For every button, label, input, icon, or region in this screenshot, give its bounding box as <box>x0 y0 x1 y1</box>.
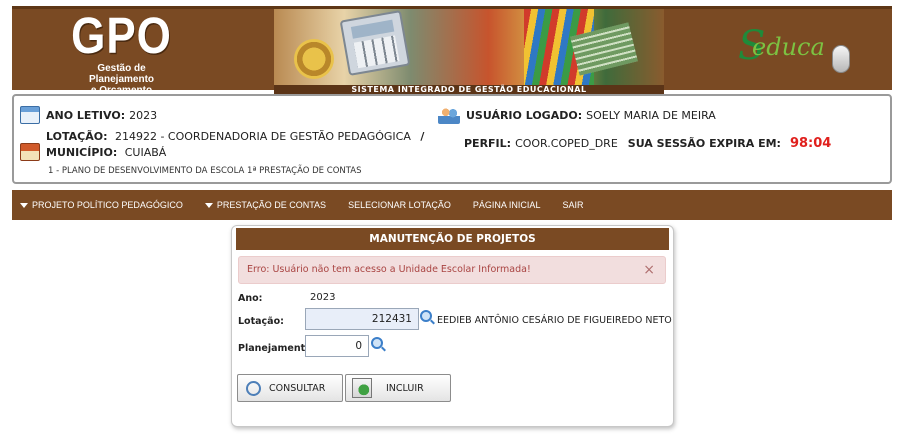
calendar-icon <box>20 106 40 124</box>
usuario-label: USUÁRIO LOGADO: <box>466 108 583 122</box>
panel-title: MANUTENÇÃO DE PROJETOS <box>236 228 669 250</box>
menu-pagina-inicial[interactable]: PÁGINA INICIAL <box>473 200 541 210</box>
perfil-value: COOR.COPED_DRE <box>515 137 618 150</box>
gpo-logo-subtitle-1: Gestão de Planejamento <box>88 63 155 85</box>
sessao-label: SUA SESSÃO EXPIRA EM: <box>627 137 781 150</box>
lotacao-search-icon[interactable] <box>420 310 432 322</box>
seduca-logo: S educa <box>736 19 856 79</box>
municipio-value: CUIABÁ <box>124 146 167 159</box>
calculator-image <box>339 10 411 76</box>
lotacao-separator: / <box>420 130 425 143</box>
search-icon <box>246 380 261 396</box>
incluir-button[interactable]: INCLUIR <box>345 374 451 402</box>
school-icon <box>20 143 40 161</box>
lotacao-field-label: Lotação: <box>238 316 284 327</box>
planejamento-input[interactable]: 0 <box>305 335 369 357</box>
ano-letivo-row: ANO LETIVO: 2023 <box>20 106 157 124</box>
ano-letivo-label: ANO LETIVO: <box>46 108 126 122</box>
usuario-row: USUÁRIO LOGADO: SOELY MARIA DE MEIRA <box>438 106 716 124</box>
lotacao-school-name: EEDIEB ANTÔNIO CESÁRIO DE FIGUEIREDO NET… <box>437 315 672 326</box>
error-message: Erro: Usuário não tem acesso a Unidade E… <box>247 264 531 275</box>
lotacao-label: LOTAÇÃO: <box>46 130 108 143</box>
ano-value: 2023 <box>310 292 336 303</box>
ano-letivo-value: 2023 <box>129 108 158 122</box>
session-info-box: ANO LETIVO: 2023 LOTAÇÃO: 214922 - COORD… <box>12 94 892 184</box>
usuario-value: SOELY MARIA DE MEIRA <box>586 108 716 122</box>
mouse-icon <box>832 45 850 73</box>
lotacao-value: 214922 - COORDENADORIA DE GESTÃO PEDAGÓG… <box>114 130 411 143</box>
lotacao-input[interactable]: 212431 <box>305 308 419 330</box>
consultar-button[interactable]: CONSULTAR <box>237 374 343 402</box>
planejamento-label: Planejamento: <box>238 343 316 354</box>
caret-down-icon <box>204 202 213 208</box>
lotacao-row: LOTAÇÃO: 214922 - COORDENADORIA DE GESTÃ… <box>20 129 428 161</box>
menu-selecionar-lotacao[interactable]: SELECIONAR LOTAÇÃO <box>348 200 451 210</box>
close-icon[interactable]: × <box>643 257 655 283</box>
ano-label: Ano: <box>238 293 263 304</box>
menu-projeto-politico-pedagogico[interactable]: PROJETO POLÍTICO PEDAGÓGICO <box>20 200 183 210</box>
error-alert: Erro: Usuário não tem acesso a Unidade E… <box>238 256 666 284</box>
menu-sair[interactable]: SAIR <box>562 200 583 210</box>
gpo-logo: GPO Gestão de Planejamento e Orçamento <box>64 8 179 96</box>
banner-image <box>274 9 664 85</box>
plano-line: 1 - PLANO DE DESENVOLVIMENTO DA ESCOLA 1… <box>48 166 362 176</box>
perfil-label: PERFIL: <box>464 137 512 150</box>
coins-image <box>294 39 334 79</box>
perfil-row: PERFIL: COOR.COPED_DRE SUA SESSÃO EXPIRA… <box>464 136 831 151</box>
planejamento-search-icon[interactable] <box>371 337 383 349</box>
users-icon <box>438 106 460 124</box>
gpo-logo-title: GPO <box>71 8 172 65</box>
sessao-timer: 98:04 <box>789 136 832 151</box>
municipio-label: MUNICÍPIO: <box>46 146 118 159</box>
menu-prestacao-de-contas[interactable]: PRESTAÇÃO DE CONTAS <box>204 200 326 210</box>
header-banner: GPO Gestão de Planejamento e Orçamento S… <box>12 6 892 96</box>
add-document-icon <box>352 378 372 398</box>
caret-down-icon <box>20 202 28 208</box>
manutencao-projetos-panel: MANUTENÇÃO DE PROJETOS Erro: Usuário não… <box>231 225 674 427</box>
seduca-logo-text: educa <box>752 33 825 61</box>
main-menu: PROJETO POLÍTICO PEDAGÓGICO PRESTAÇÃO DE… <box>12 190 892 220</box>
